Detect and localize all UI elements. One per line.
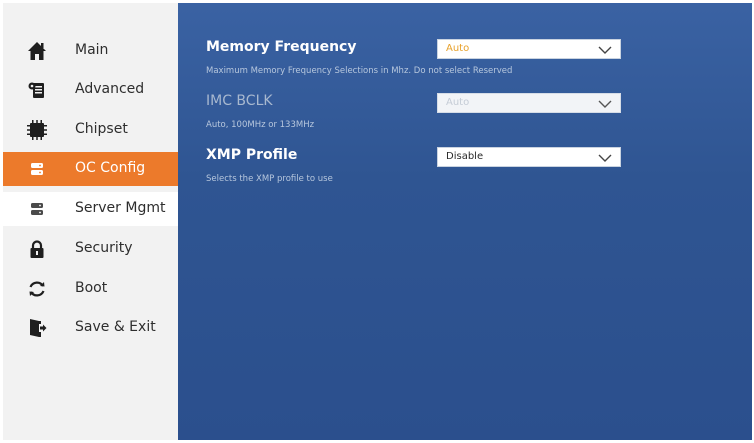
sidebar-item-label: Boot: [75, 280, 108, 296]
sidebar-item-save-exit[interactable]: Save & Exit: [3, 311, 178, 345]
sidebar-item-label: Chipset: [75, 121, 128, 137]
sidebar-item-label: OC Config: [75, 160, 146, 176]
xmp-profile-select[interactable]: Disable: [437, 147, 621, 167]
sidebar-item-label: Advanced: [75, 81, 145, 97]
refresh-icon: [27, 279, 47, 299]
sidebar: Main Advanced Chipset OC Config Server M…: [3, 3, 178, 440]
sidebar-item-security[interactable]: Security: [3, 232, 178, 266]
sidebar-item-advanced[interactable]: Advanced: [3, 73, 178, 107]
bios-setup-window: Main Advanced Chipset OC Config Server M…: [3, 3, 752, 440]
server-icon: [27, 159, 47, 179]
sidebar-item-label: Security: [75, 240, 133, 256]
xmp-profile-value: Disable: [446, 151, 484, 162]
xmp-profile-label: XMP Profile: [206, 147, 298, 163]
sidebar-item-label: Main: [75, 42, 109, 58]
chevron-down-icon: [598, 46, 612, 54]
server-icon: [27, 199, 47, 219]
memory-frequency-select[interactable]: Auto: [437, 39, 621, 59]
settings-panel: Memory Frequency Maximum Memory Frequenc…: [178, 3, 752, 440]
chevron-down-icon: [598, 100, 612, 108]
exit-door-icon: [27, 318, 47, 338]
imc-bclk-label: IMC BCLK: [206, 93, 273, 109]
chip-icon: [27, 120, 47, 140]
memory-frequency-description: Maximum Memory Frequency Selections in M…: [206, 66, 513, 76]
imc-bclk-select: Auto: [437, 93, 621, 113]
sidebar-item-boot[interactable]: Boot: [3, 272, 178, 306]
home-icon: [27, 41, 47, 61]
sidebar-item-label: Server Mgmt: [75, 200, 166, 216]
imc-bclk-value: Auto: [446, 97, 470, 108]
sidebar-item-chipset[interactable]: Chipset: [3, 113, 178, 147]
sidebar-item-oc-config[interactable]: OC Config: [3, 152, 178, 186]
xmp-profile-description: Selects the XMP profile to use: [206, 174, 333, 184]
sidebar-item-label: Save & Exit: [75, 319, 156, 335]
memory-frequency-value: Auto: [446, 43, 470, 54]
lock-icon: [27, 239, 47, 259]
chevron-down-icon: [598, 154, 612, 162]
imc-bclk-description: Auto, 100MHz or 133MHz: [206, 120, 315, 130]
sidebar-item-server-mgmt[interactable]: Server Mgmt: [3, 192, 178, 226]
memory-frequency-label: Memory Frequency: [206, 39, 357, 55]
advanced-icon: [27, 80, 47, 100]
sidebar-item-main[interactable]: Main: [3, 34, 178, 68]
